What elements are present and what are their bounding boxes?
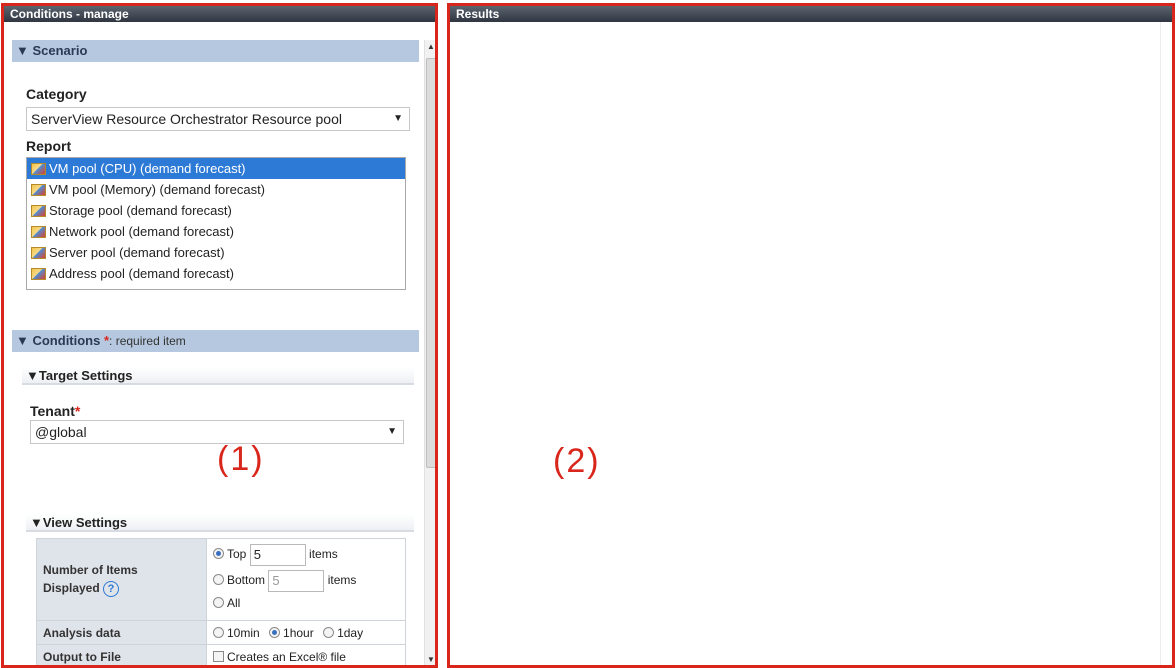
chart-icon — [31, 205, 46, 217]
chart-icon — [31, 184, 46, 196]
results-panel: Results (2) — [447, 3, 1175, 668]
report-label: Report — [26, 138, 72, 154]
excel-output-label: Creates an Excel® file — [227, 649, 346, 664]
bottom-label: Bottom — [227, 572, 266, 587]
chart-icon — [31, 268, 46, 280]
report-list-item[interactable]: VM pool (CPU) (demand forecast) — [27, 158, 405, 179]
items-displayed-line1: Number of Items — [43, 562, 138, 577]
category-select[interactable]: ServerView Resource Orchestrator Resourc… — [26, 107, 410, 131]
target-settings-label: ▼Target Settings — [26, 368, 133, 383]
report-list-item[interactable]: Address pool (demand forecast) — [27, 263, 405, 284]
analysis-1day-radio[interactable] — [323, 626, 335, 638]
tenant-select-value: @global — [35, 424, 87, 440]
analysis-1hour-label: 1hour — [283, 625, 314, 640]
all-radio[interactable] — [213, 596, 224, 608]
scenario-header-label: ▼ Scenario — [16, 43, 88, 58]
top-radio[interactable] — [213, 547, 224, 559]
report-list-item[interactable]: Server pool (demand forecast) — [27, 242, 405, 263]
report-item-label: Address pool (demand forecast) — [49, 266, 234, 281]
chart-icon — [31, 163, 46, 175]
report-list-item[interactable]: Storage pool (demand forecast) — [27, 200, 405, 221]
category-label: Category — [26, 86, 87, 102]
category-select-value: ServerView Resource Orchestrator Resourc… — [31, 111, 342, 127]
chevron-down-icon: ▼ — [387, 426, 397, 437]
report-item-label: Network pool (demand forecast) — [49, 224, 234, 239]
excel-output-checkbox[interactable] — [213, 650, 224, 662]
tenant-label-text: Tenant — [30, 403, 75, 419]
top-items-unit: items — [309, 546, 338, 561]
scroll-down-icon[interactable]: ▼ — [425, 653, 435, 665]
conditions-manage-title: Conditions - manage — [4, 6, 435, 22]
all-label: All — [227, 595, 241, 610]
chevron-down-icon: ▼ — [393, 113, 403, 124]
analysis-data-label: Analysis data — [36, 620, 207, 645]
conditions-scrollbar[interactable]: ▲ ▼ — [424, 40, 435, 665]
conditions-header-label: ▼ Conditions — [16, 333, 101, 348]
chart-icon — [31, 247, 46, 259]
report-item-label: VM pool (Memory) (demand forecast) — [49, 182, 266, 197]
view-settings-table: Number of Items Displayed ? Top 5 items … — [36, 538, 406, 665]
output-to-file-label: Output to File — [36, 644, 207, 665]
results-scrollbar[interactable] — [1160, 22, 1172, 665]
scroll-thumb[interactable] — [426, 58, 435, 468]
analysis-data-options: 10min 1hour 1day — [206, 620, 406, 645]
conditions-section-header[interactable]: ▼ Conditions *: required item — [12, 330, 419, 352]
required-item-note: : required item — [109, 334, 186, 348]
callout-label-2: (2) — [553, 442, 601, 480]
help-icon[interactable]: ? — [103, 580, 120, 597]
report-list-item[interactable]: VM pool (Memory) (demand forecast) — [27, 179, 405, 200]
conditions-content: ▼ Scenario Category ServerView Resource … — [12, 40, 419, 665]
chart-icon — [31, 226, 46, 238]
report-list-item[interactable]: Network pool (demand forecast) — [27, 221, 405, 242]
bottom-count-input[interactable]: 5 — [268, 569, 325, 592]
report-item-label: VM pool (CPU) (demand forecast) — [49, 161, 246, 176]
bottom-radio[interactable] — [213, 573, 224, 585]
items-displayed-label: Number of Items Displayed ? — [36, 538, 207, 621]
analysis-10min-label: 10min — [227, 625, 260, 640]
bottom-items-unit: items — [327, 572, 357, 587]
target-settings-header[interactable]: ▼Target Settings — [22, 367, 414, 385]
report-item-label: Storage pool (demand forecast) — [49, 203, 232, 218]
view-settings-label: ▼View Settings — [30, 515, 128, 530]
analysis-10min-radio[interactable] — [213, 626, 224, 638]
scroll-up-icon[interactable]: ▲ — [425, 40, 435, 54]
all-option: All — [213, 596, 399, 616]
analysis-1hour-radio[interactable] — [269, 626, 281, 638]
tenant-required-star: * — [74, 403, 81, 419]
view-settings-header[interactable]: ▼View Settings — [26, 514, 414, 532]
items-displayed-line2: Displayed — [43, 580, 100, 595]
conditions-manage-panel: Conditions - manage ▼ Scenario Category … — [1, 3, 438, 668]
scenario-section-header[interactable]: ▼ Scenario — [12, 40, 419, 62]
top-label: Top — [227, 546, 247, 561]
results-title: Results — [450, 6, 1172, 22]
output-to-file-option: Creates an Excel® file — [206, 644, 406, 665]
top-count-input[interactable]: 5 — [249, 543, 306, 566]
report-listbox[interactable]: VM pool (CPU) (demand forecast) VM pool (… — [26, 157, 406, 290]
report-item-label: Server pool (demand forecast) — [49, 245, 225, 260]
bottom-option: Bottom 5 items — [213, 569, 399, 594]
top-option: Top 5 items — [213, 543, 399, 568]
analysis-1day-label: 1day — [337, 625, 364, 640]
callout-label-1: (1) — [217, 440, 265, 478]
items-displayed-options: Top 5 items Bottom 5 items All — [206, 538, 406, 621]
tenant-label: Tenant* — [30, 403, 80, 419]
